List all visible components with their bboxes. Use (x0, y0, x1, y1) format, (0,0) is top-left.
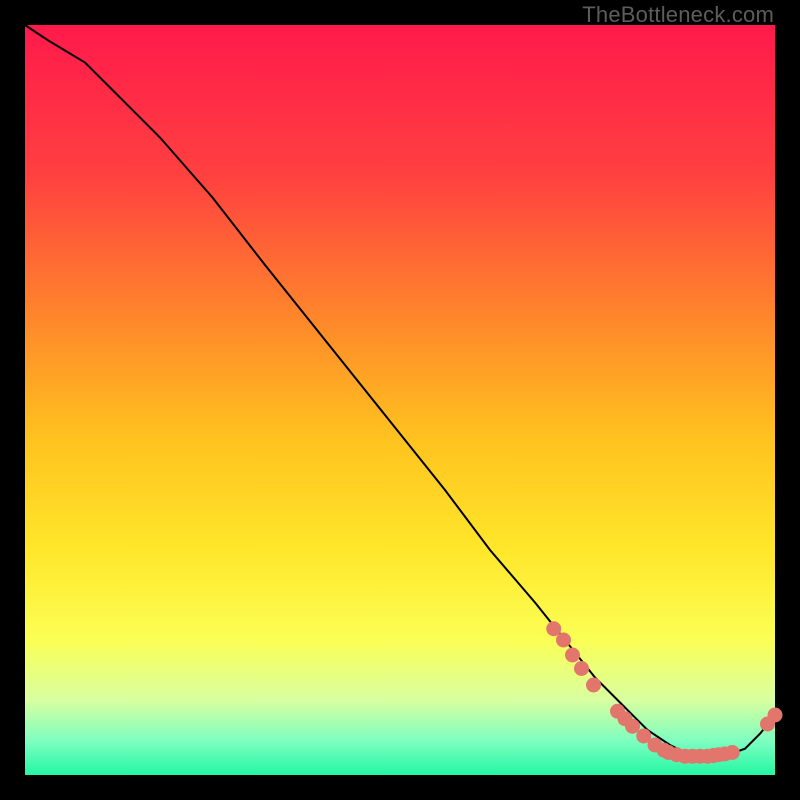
data-point (565, 648, 580, 663)
data-point (586, 678, 601, 693)
data-point (725, 745, 740, 760)
data-point (574, 661, 589, 676)
data-point (768, 708, 783, 723)
data-point (556, 633, 571, 648)
plot-svg (25, 25, 775, 775)
bottleneck-curve (25, 25, 775, 756)
